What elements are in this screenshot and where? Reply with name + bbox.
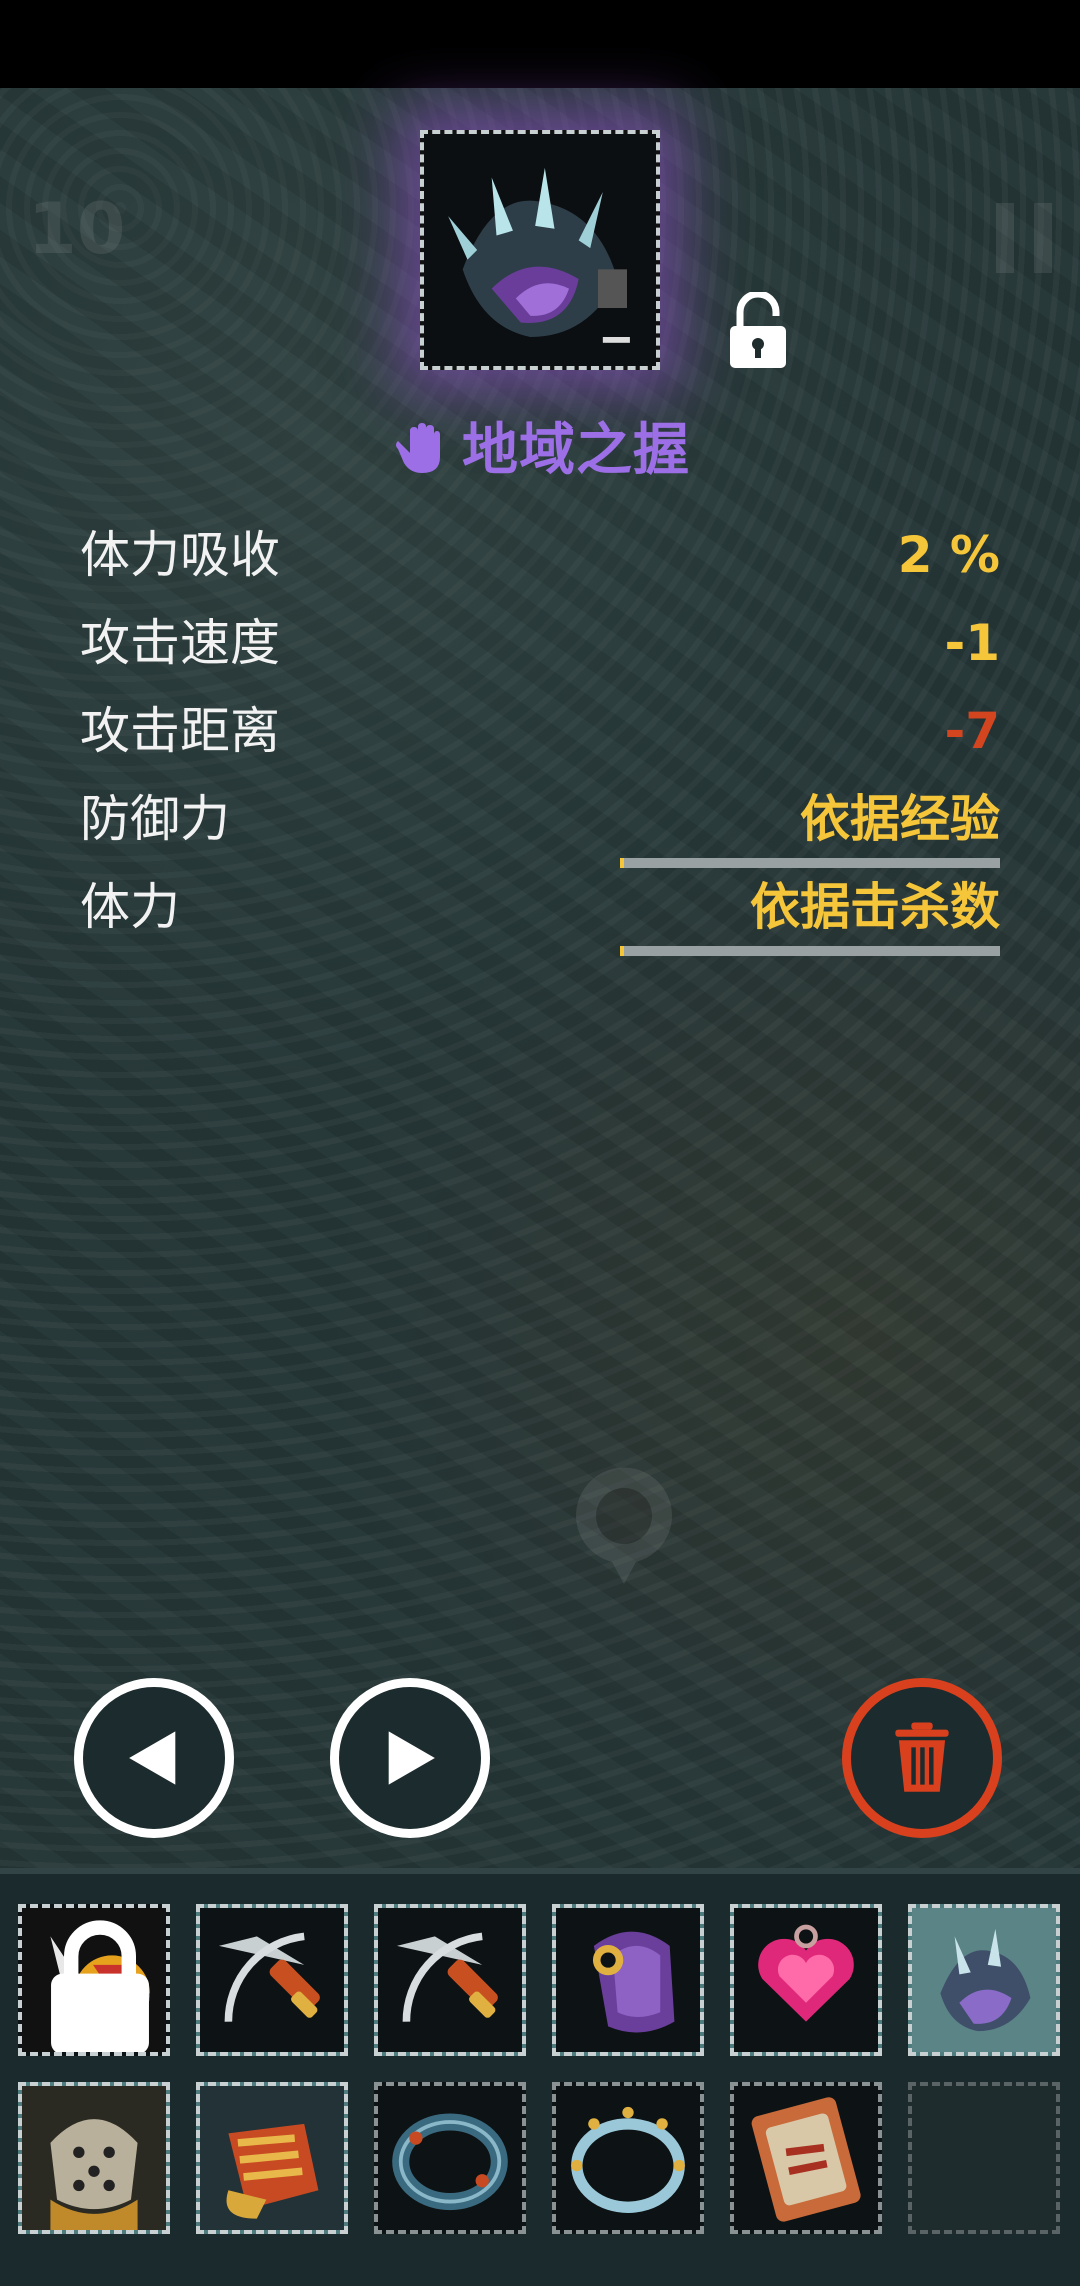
inventory-slot-empty[interactable] [908, 2082, 1060, 2234]
level-counter: 10 [28, 188, 126, 270]
stat-label: 体力 [80, 878, 180, 936]
stat-label: 体力吸收 [80, 526, 280, 584]
stat-value: 依据经验 [800, 790, 1000, 848]
next-item-button[interactable] [330, 1678, 490, 1838]
rune-scroll-icon [734, 2086, 878, 2230]
trash-icon [895, 1722, 949, 1792]
delete-item-button[interactable] [842, 1678, 1002, 1838]
stat-value: 2 % [897, 526, 1000, 584]
item-name-text: 地域之握 [462, 418, 690, 483]
rune-ring-icon [378, 2086, 522, 2230]
inventory-slot[interactable] [730, 1904, 882, 2056]
inventory-slot[interactable] [374, 1904, 526, 2056]
pause-icon[interactable] [996, 203, 1052, 273]
inventory-slot[interactable] [552, 1904, 704, 2056]
stat-progress-bar [620, 946, 1000, 956]
hand-icon [396, 423, 440, 473]
spiked-ring-icon [556, 2086, 700, 2230]
padlock-icon [51, 1920, 149, 2052]
stat-row-hp-absorb: 体力吸收 2 % [80, 520, 1000, 608]
stat-label: 攻击速度 [80, 614, 280, 672]
stat-label: 防御力 [80, 790, 230, 848]
claw-gauntlet-icon [424, 134, 656, 366]
previous-item-button[interactable] [74, 1678, 234, 1838]
stat-progress-bar [620, 858, 1000, 868]
stat-row-attack-speed: 攻击速度 -1 [80, 608, 1000, 696]
inventory-slot[interactable] [18, 1904, 170, 2056]
loot-bag-icon [576, 1467, 672, 1584]
inventory-slot[interactable] [196, 1904, 348, 2056]
heart-amulet-icon [734, 1908, 878, 2052]
stat-row-defense: 防御力 依据经验 [80, 784, 1000, 872]
item-title: 地域之握 [0, 405, 1080, 486]
inventory-slot[interactable] [18, 2082, 170, 2234]
inventory-slot[interactable] [374, 2082, 526, 2234]
purple-armor-icon [556, 1908, 700, 2052]
claw-gauntlet-icon [912, 1908, 1056, 2052]
inventory-slot[interactable] [196, 2082, 348, 2234]
inventory-slot[interactable] [552, 2082, 704, 2234]
stat-value: -7 [944, 702, 1000, 760]
unlocked-padlock-icon[interactable] [726, 292, 790, 370]
stat-label: 攻击距离 [80, 702, 280, 760]
inventory-slot-selected[interactable] [908, 1904, 1060, 2056]
fire-gauntlet-icon [200, 2086, 344, 2230]
stat-value: 依据击杀数 [750, 878, 1000, 936]
stat-row-hp: 体力 依据击杀数 [80, 872, 1000, 960]
stat-row-attack-range: 攻击距离 -7 [80, 696, 1000, 784]
crossbow-icon [200, 1908, 344, 2052]
left-arrow-icon [129, 1731, 176, 1785]
stat-value: -1 [944, 614, 1000, 672]
crossbow-icon [378, 1908, 522, 2052]
stone-helmet-icon [22, 2086, 166, 2230]
item-stats-list: 体力吸收 2 % 攻击速度 -1 攻击距离 -7 防御力 依据经验 体力 依据击… [80, 520, 1000, 960]
inventory-slot[interactable] [730, 2082, 882, 2234]
selected-item-icon [420, 130, 660, 370]
right-arrow-icon [388, 1731, 435, 1785]
inventory-panel [0, 1868, 1080, 2286]
status-bar [0, 0, 1080, 88]
